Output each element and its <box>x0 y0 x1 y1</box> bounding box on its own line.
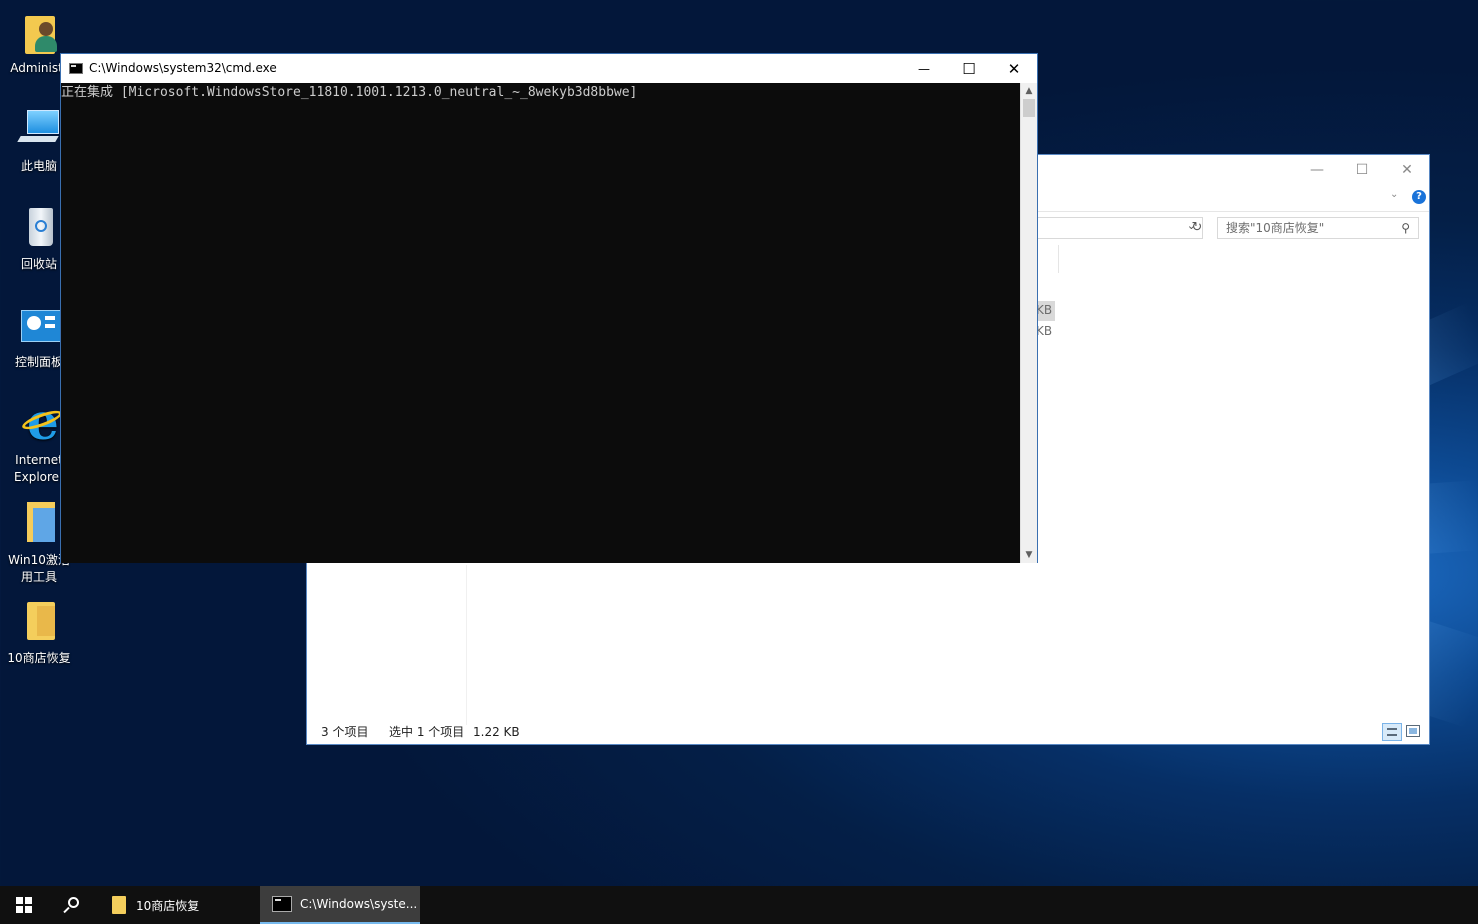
search-placeholder: 搜索"10商店恢复" <box>1226 221 1325 235</box>
control-panel-icon <box>15 302 63 350</box>
console-icon <box>272 896 292 912</box>
file-size-cell: KB <box>1036 303 1053 317</box>
scrollbar-thumb[interactable] <box>1023 99 1035 117</box>
details-view-button[interactable] <box>1382 723 1402 741</box>
explorer-minimize-button[interactable]: — <box>1294 155 1340 185</box>
search-icon: ⚲ <box>1401 221 1410 235</box>
status-bar: 3 个项目 选中 1 个项目 1.22 KB <box>307 720 1429 744</box>
taskbar-item-label: C:\Windows\syste... <box>300 897 418 911</box>
navigation-pane-divider <box>466 565 467 725</box>
desktop-icon-store-restore-folder[interactable]: 10商店恢复 <box>0 598 78 667</box>
cmd-close-button[interactable]: ✕ <box>991 54 1037 83</box>
ribbon-expand-icon[interactable]: ⌄ <box>1390 189 1398 200</box>
help-icon[interactable]: ? <box>1412 190 1426 204</box>
large-icons-view-button[interactable] <box>1406 725 1420 737</box>
start-button[interactable] <box>0 886 48 924</box>
explorer-maximize-button[interactable]: ☐ <box>1339 155 1385 185</box>
large-icons-view-icon <box>1409 728 1417 734</box>
cmd-title: C:\Windows\system32\cmd.exe <box>89 61 277 75</box>
console-output-line: 正在集成 [Microsoft.WindowsStore_11810.1001.… <box>61 85 638 100</box>
scroll-up-icon[interactable]: ▲ <box>1021 83 1037 99</box>
file-size-cell: KB <box>1036 324 1053 338</box>
console-icon <box>69 63 83 74</box>
refresh-button[interactable]: ↻ <box>1187 217 1207 239</box>
taskbar-item-explorer[interactable]: 10商店恢复 <box>100 886 258 924</box>
taskbar-item-cmd[interactable]: C:\Windows\syste... <box>260 886 420 924</box>
user-folder-icon <box>15 10 63 58</box>
column-header-divider <box>1058 245 1059 273</box>
explorer-close-button[interactable]: ✕ <box>1384 155 1430 185</box>
taskbar: 10商店恢复 C:\Windows\syste... <box>0 886 1478 924</box>
cmd-maximize-button[interactable]: ☐ <box>946 54 992 83</box>
search-input[interactable]: 搜索"10商店恢复" ⚲ <box>1217 217 1419 239</box>
folder-icon <box>112 896 126 914</box>
desktop-icon-label: 10商店恢复 <box>7 651 71 665</box>
cmd-window[interactable]: C:\Windows\system32\cmd.exe — ☐ ✕ 正在集成 [… <box>60 53 1038 563</box>
console-output[interactable]: 正在集成 [Microsoft.WindowsStore_11810.1001.… <box>61 83 1020 563</box>
search-button[interactable] <box>48 886 96 924</box>
internet-explorer-icon: e <box>15 396 64 448</box>
cmd-minimize-button[interactable]: — <box>901 54 947 83</box>
cmd-title-bar[interactable]: C:\Windows\system32\cmd.exe — ☐ ✕ <box>61 54 1037 83</box>
recycle-bin-icon <box>15 204 63 252</box>
document-icon <box>15 500 63 548</box>
windows-logo-icon <box>16 897 32 913</box>
details-view-icon <box>1387 728 1397 736</box>
folder-icon <box>15 598 63 646</box>
status-selected-count: 选中 1 个项目 <box>389 725 465 739</box>
status-selected-size: 1.22 KB <box>473 725 520 739</box>
taskbar-item-label: 10商店恢复 <box>136 898 200 913</box>
status-item-count: 3 个项目 <box>321 725 369 739</box>
scroll-down-icon[interactable]: ▼ <box>1021 547 1037 563</box>
computer-icon <box>15 106 63 154</box>
cmd-scrollbar[interactable]: ▲ ▼ <box>1020 83 1037 563</box>
search-icon <box>63 897 80 914</box>
